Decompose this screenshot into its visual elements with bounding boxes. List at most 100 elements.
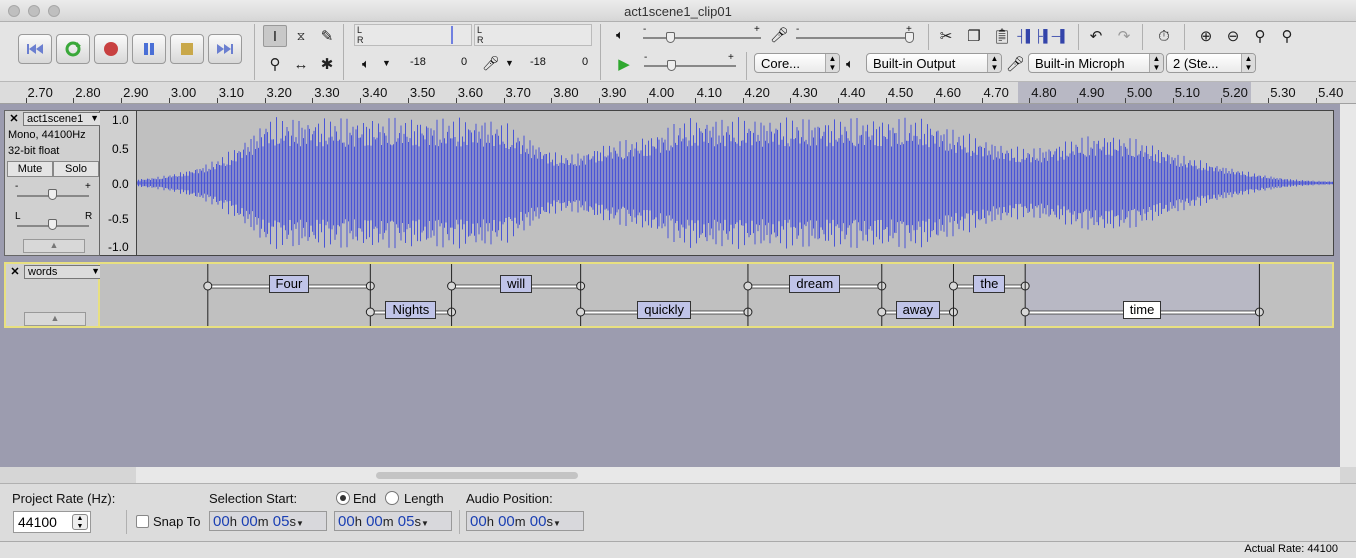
label-will[interactable]: will	[500, 275, 533, 293]
label-four[interactable]: Four	[268, 275, 310, 293]
trim-button[interactable]: ┤▌├	[1017, 25, 1043, 47]
close-track-icon[interactable]: ✕	[8, 265, 22, 279]
horizontal-scrollbar[interactable]	[136, 467, 1340, 483]
solo-button[interactable]: Solo	[53, 161, 99, 177]
collapse-track-button[interactable]: ▲	[23, 239, 85, 253]
record-button[interactable]	[94, 34, 128, 64]
trim-icon: ┤▌├	[1017, 29, 1043, 43]
zoom-in-button[interactable]: ⊕	[1194, 25, 1218, 47]
fit-project-button[interactable]: ⚲	[1275, 25, 1299, 47]
speaker-icon: 🔈︎	[846, 56, 854, 71]
label-dream[interactable]: dream	[789, 275, 841, 293]
gain-minus: -	[15, 181, 19, 192]
playback-volume-knob[interactable]	[666, 32, 675, 43]
play-speed-slider[interactable]	[644, 65, 736, 67]
label-handle[interactable]	[576, 307, 586, 317]
record-meter[interactable]: L R	[354, 24, 472, 46]
playback-volume-slider[interactable]	[643, 37, 761, 39]
input-channels-select[interactable]: 2 (Ste... ▲ ▼	[1166, 53, 1256, 73]
track-name-menu[interactable]: words ▼	[24, 265, 104, 279]
label-handle[interactable]	[203, 281, 213, 291]
redo-icon: ↷	[1117, 28, 1131, 45]
audio-position-label: Audio Position:	[466, 491, 553, 506]
ruler-tick-mark	[1124, 98, 1126, 103]
dropdown-arrow-icon[interactable]: ▼	[382, 58, 391, 68]
dropdown-arrow-icon: ▼	[90, 113, 99, 123]
gain-plus: +	[85, 181, 91, 192]
close-track-icon[interactable]: ✕	[7, 112, 21, 126]
play-speed-knob[interactable]	[667, 60, 676, 71]
gain-knob[interactable]	[48, 189, 57, 200]
label-quickly[interactable]: quickly	[637, 301, 692, 319]
input-device-select[interactable]: Built-in Microph ▲ ▼	[1028, 53, 1164, 73]
dropdown-arrow-icon: ▼	[295, 519, 304, 528]
zoom-tool[interactable]: ⚲	[263, 53, 287, 75]
skip-to-end-button[interactable]	[208, 34, 242, 64]
label-handle[interactable]	[743, 281, 753, 291]
selection-end-time[interactable]: 00h 00m 05s▼	[334, 511, 452, 531]
skip-to-start-button[interactable]	[18, 34, 52, 64]
rate-dropdown-icon[interactable]: ▲ ▼	[72, 514, 88, 530]
waveform-display[interactable]	[136, 110, 1334, 256]
play-at-speed-button[interactable]: ▶	[612, 53, 636, 75]
snap-to-checkbox[interactable]	[136, 515, 149, 528]
scroll-thumb[interactable]	[376, 472, 578, 479]
silence-button[interactable]: ▌─▌	[1043, 25, 1069, 47]
dropdown-arrow-icon[interactable]: ▼	[505, 58, 514, 68]
label-handle[interactable]	[877, 307, 887, 317]
separator	[1078, 24, 1079, 50]
pause-button[interactable]	[132, 34, 166, 64]
label-nights[interactable]: Nights	[385, 301, 437, 319]
select-arrows-icon: ▲ ▼	[1149, 54, 1163, 72]
vertical-scrollbar[interactable]	[1340, 104, 1356, 467]
stop-button[interactable]	[170, 34, 204, 64]
label-handle[interactable]	[365, 307, 375, 317]
record-volume-slider[interactable]	[796, 37, 914, 39]
length-radio[interactable]	[385, 491, 399, 505]
undo-button[interactable]: ↶	[1084, 25, 1108, 47]
loop-button[interactable]	[56, 34, 90, 64]
pan-knob[interactable]	[48, 219, 57, 230]
label-handle[interactable]	[447, 281, 457, 291]
timeline-ruler[interactable]: 2.70 2.80 2.90 3.00 3.10 3.20 3.30 3.40 3.50 3.60…	[0, 82, 1356, 104]
zoom-out-button[interactable]: ⊖	[1221, 25, 1245, 47]
separator	[1142, 24, 1143, 50]
audio-host-select[interactable]: Core... ▲ ▼	[754, 53, 840, 73]
separator	[459, 510, 460, 534]
collapse-track-button[interactable]: ▲	[24, 312, 86, 326]
audio-position-time[interactable]: 00h 00m 00s▼	[466, 511, 584, 531]
ruler-tick-mark	[25, 98, 27, 103]
selection-start-time[interactable]: 00h 00m 05s▼	[209, 511, 327, 531]
pause-icon	[144, 43, 154, 55]
end-radio[interactable]	[336, 491, 350, 505]
draw-tool[interactable]: ✎	[315, 25, 339, 47]
skip-end-icon	[217, 44, 233, 54]
copy-button[interactable]: ❐	[962, 25, 986, 47]
dropdown-arrow-icon: ▼	[552, 519, 561, 528]
label-handle[interactable]	[1020, 307, 1030, 317]
sync-lock-button[interactable]: ⏱︎	[1152, 25, 1176, 47]
paste-button[interactable]: 📋︎	[990, 25, 1014, 47]
project-rate-input[interactable]: 44100 ▲ ▼	[13, 511, 91, 533]
label-track[interactable]: Four Nights will quickly dream away the time	[136, 262, 1334, 328]
time-shift-tool[interactable]: ↔	[289, 53, 313, 75]
output-device-select[interactable]: Built-in Output ▲ ▼	[866, 53, 1002, 73]
minutes: 00	[498, 513, 515, 530]
cut-button[interactable]: ✂	[934, 25, 958, 47]
selection-tool[interactable]: I	[263, 25, 287, 47]
track-name-menu[interactable]: act1scene1 ▼	[23, 112, 103, 126]
mute-button[interactable]: Mute	[7, 161, 53, 177]
envelope-tool[interactable]: ⧖	[289, 25, 313, 47]
ruler-tick-mark	[742, 98, 744, 103]
playback-meter[interactable]: L R	[474, 24, 592, 46]
multi-tool[interactable]: ✱	[315, 53, 339, 75]
label-time[interactable]: time	[1122, 301, 1162, 319]
redo-button[interactable]: ↷	[1112, 25, 1136, 47]
window-title: act1scene1_clip01	[624, 4, 732, 19]
separator	[126, 510, 127, 534]
fit-selection-button[interactable]: ⚲	[1248, 25, 1272, 47]
label-the[interactable]: the	[973, 275, 1006, 293]
label-away[interactable]: away	[895, 301, 940, 319]
label-handle[interactable]	[948, 281, 958, 291]
scissors-icon: ✂	[939, 28, 953, 45]
